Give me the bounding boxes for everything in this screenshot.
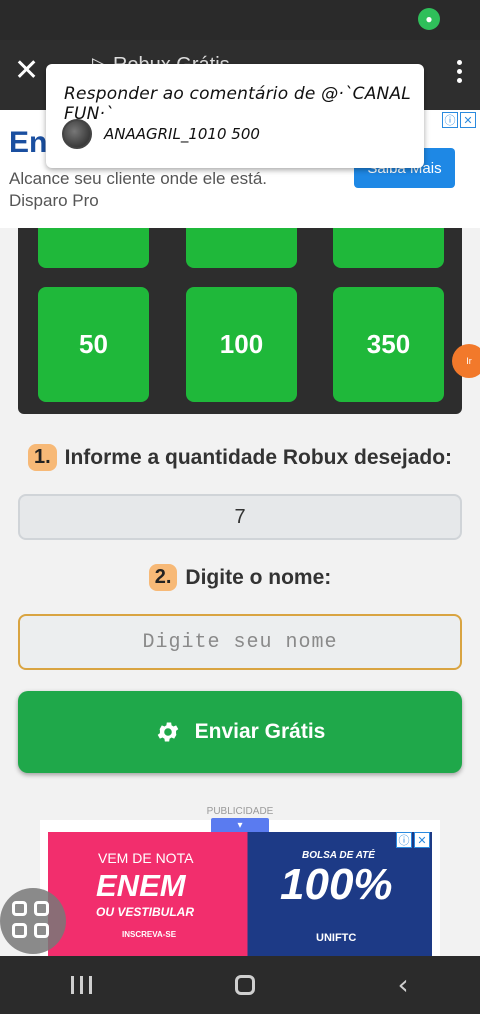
banner-line1: VEM DE NOTA <box>98 850 194 866</box>
banner-enem: ENEM <box>96 868 186 903</box>
robux-quantity-input[interactable] <box>18 494 462 540</box>
step-2-label: Digite o nome: <box>185 565 332 589</box>
ad-info-icon[interactable]: ⓘ <box>396 832 412 848</box>
robux-tile-50[interactable]: 50 <box>38 287 149 402</box>
banner-brand: UNIFTC <box>316 932 357 944</box>
close-icon[interactable]: ✕ <box>14 56 39 86</box>
ad-headline: En <box>9 126 48 159</box>
recent-apps-icon[interactable] <box>71 976 93 994</box>
step-2-badge: 2. <box>148 564 178 591</box>
ad-close-icon[interactable]: ✕ <box>460 112 476 128</box>
mic-icon: ● <box>418 8 440 30</box>
back-icon[interactable]: ‹ <box>397 971 408 999</box>
publicidade-label: PUBLICIDADE <box>206 806 274 817</box>
ad-info-icon[interactable]: ⓘ <box>442 112 458 128</box>
step-1-badge: 1. <box>27 444 57 471</box>
step-1-label: Informe a quantidade Robux desejado: <box>64 445 453 469</box>
gear-icon <box>157 722 178 742</box>
status-bar: ● <box>0 0 480 40</box>
banner-artwork: VEM DE NOTA ENEM OU VESTIBULAR INSCREVA-… <box>48 832 432 956</box>
robux-tile[interactable] <box>186 228 297 268</box>
ad-close-icon[interactable]: ✕ <box>414 832 430 848</box>
ad-description: Alcance seu cliente onde ele está. Dispa… <box>9 169 268 210</box>
banner-line3: OU VESTIBULAR <box>96 905 195 919</box>
step-2-heading: 2. Digite o nome: <box>0 564 480 591</box>
banner-percent: 100% <box>280 860 393 909</box>
reply-overlay-user: ANAAGRIL_1010 500 <box>104 125 260 143</box>
reply-overlay-text: Responder ao comentário de @·`CANAL FUN·… <box>64 84 411 124</box>
floating-grid-icon[interactable] <box>0 888 66 954</box>
send-free-button[interactable]: Enviar Grátis <box>18 691 462 773</box>
side-floating-bubble[interactable]: Ir <box>452 344 480 378</box>
home-icon[interactable] <box>234 975 255 995</box>
robux-tile-grid: 50 100 350 <box>18 228 462 414</box>
reply-comment-overlay: Responder ao comentário de @·`CANAL FUN·… <box>46 64 424 168</box>
step-1-heading: 1. Informe a quantidade Robux desejado: <box>0 444 480 471</box>
avatar <box>62 119 92 149</box>
chevron-down-icon[interactable]: ▾ <box>211 818 269 832</box>
more-options-icon[interactable] <box>457 60 462 83</box>
banner-cta: INSCREVA-SE <box>122 930 177 939</box>
robux-tile-350[interactable]: 350 <box>333 287 444 402</box>
robux-tile[interactable] <box>38 228 149 268</box>
bottom-ad-banner[interactable]: VEM DE NOTA ENEM OU VESTIBULAR INSCREVA-… <box>40 820 440 956</box>
robux-tile-100[interactable]: 100 <box>186 287 297 402</box>
system-navigation-bar: ‹ <box>0 956 480 1014</box>
page-content: 50 100 350 Ir 1. Informe a quantidade Ro… <box>0 228 480 956</box>
name-input[interactable] <box>18 614 462 670</box>
send-free-button-label: Enviar Grátis <box>194 720 326 743</box>
robux-tile[interactable] <box>333 228 444 268</box>
